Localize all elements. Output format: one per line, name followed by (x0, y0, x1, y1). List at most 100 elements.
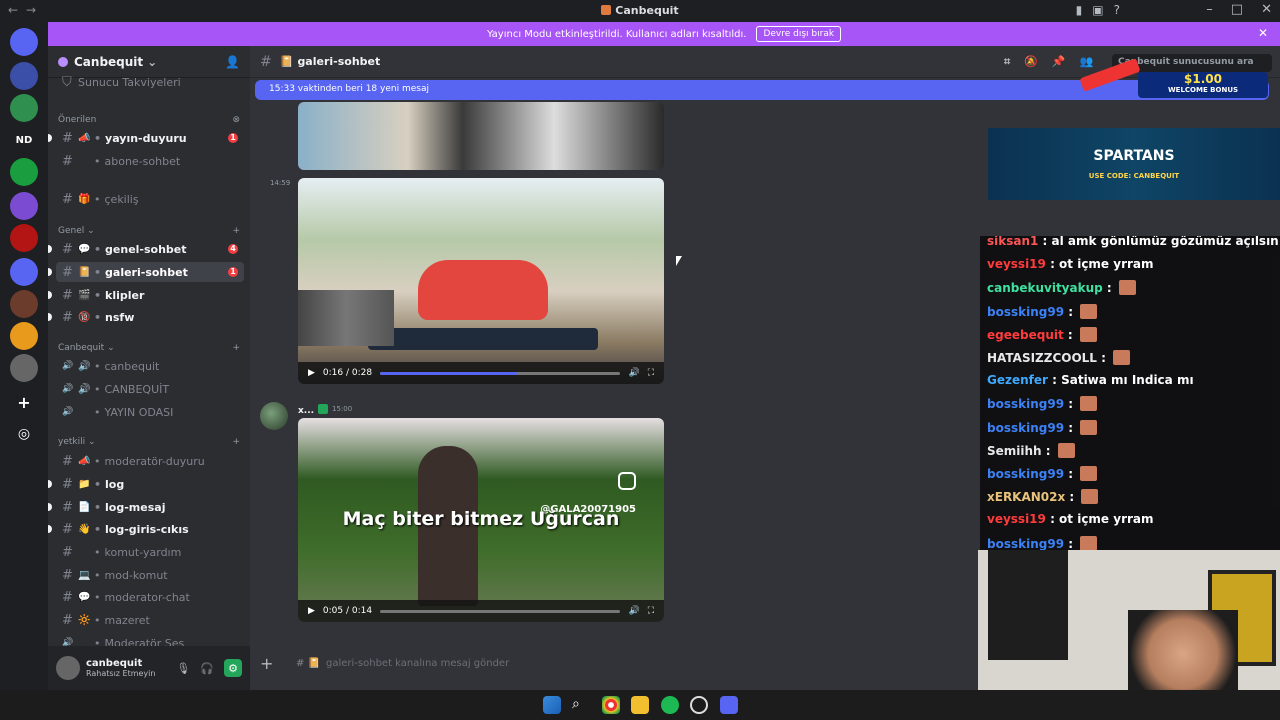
maximize-button[interactable]: □ (1231, 2, 1243, 17)
close-icon[interactable]: ✕ (1258, 26, 1268, 40)
channel-name: moderatör-duyuru (104, 454, 205, 468)
emote-icon (1080, 303, 1098, 319)
close-icon[interactable]: ⊗ (232, 115, 240, 125)
server-icon[interactable] (10, 224, 38, 252)
video-mat (368, 328, 598, 350)
add-attachment-icon[interactable]: + (260, 654, 280, 673)
channel-item[interactable]: 🔊 🔊 • canbequit (56, 356, 244, 376)
channel-item[interactable]: # 📄 • log-mesaj (48, 497, 244, 517)
server-icon[interactable] (10, 290, 38, 318)
video-attachment-top[interactable] (298, 102, 664, 170)
channel-item[interactable]: # 📣 • moderatör-duyuru (56, 451, 244, 471)
channel-name: canbequit (104, 359, 160, 373)
inbox-icon[interactable]: ▣ (1092, 3, 1103, 17)
add-channel-icon[interactable]: + (232, 226, 240, 236)
server-icon[interactable] (10, 258, 38, 286)
channel-emoji-icon: 👋 (78, 523, 91, 535)
channel-item[interactable]: # • abone-sohbet (56, 151, 244, 171)
server-icon[interactable] (10, 158, 38, 186)
category-yetkili[interactable]: yetkili ⌄ + (58, 437, 240, 447)
channel-item[interactable]: # 👋 • log-giris-cıkıs (48, 519, 244, 539)
disable-button[interactable]: Devre dışı bırak (756, 26, 842, 42)
steam-icon[interactable] (690, 696, 708, 714)
gear-icon[interactable]: ⚙ (224, 659, 242, 677)
discord-icon[interactable] (720, 696, 738, 714)
server-icon[interactable] (10, 192, 38, 220)
threads-icon[interactable]: ⌗ (1004, 55, 1010, 69)
video-progress[interactable] (380, 371, 621, 375)
channel-item[interactable]: # 📁 • log (48, 474, 244, 494)
chat-separator: : (1063, 327, 1077, 342)
message-time: 14:59 (270, 179, 291, 187)
server-icon[interactable]: ND (10, 126, 38, 154)
separator: • (94, 500, 102, 514)
server-icon[interactable] (10, 354, 38, 382)
message-composer[interactable]: + # 📔 galeri-sohbet kanalına mesaj gönde… (260, 648, 990, 678)
help-icon[interactable]: ? (1114, 3, 1120, 17)
channel-item[interactable]: # 🔞 • nsfw (48, 307, 244, 327)
channel-item[interactable]: # 💬 • moderator-chat (56, 587, 244, 607)
hash-icon: # (62, 264, 73, 280)
channel-item[interactable]: 🔊 🔊 • CANBEQUİT (56, 379, 244, 399)
emote-icon (1080, 419, 1098, 435)
server-icon[interactable] (10, 28, 38, 56)
avatar[interactable] (56, 656, 80, 680)
server-boosts-item[interactable]: ⛉ Sunucu Takviyeleri (56, 72, 244, 92)
add-channel-icon[interactable]: + (232, 343, 240, 353)
search-icon[interactable]: ⌕ (572, 696, 590, 714)
channel-item[interactable]: # 📣 • yayın-duyuru 1 (48, 128, 244, 148)
video-attachment[interactable]: ▶ 0:16 / 0:28 🔊 ⛶ (298, 178, 664, 384)
server-icon[interactable] (10, 94, 38, 122)
add-channel-icon[interactable]: + (232, 437, 240, 447)
compass-icon[interactable]: ◎ (10, 420, 38, 448)
separator: • (94, 154, 101, 168)
chat-message: canbekuvityakup : (987, 280, 1136, 296)
chat-separator: : (1038, 236, 1052, 248)
channel-item[interactable]: # 🎬 • klipler (48, 285, 244, 305)
add-server-icon[interactable]: + (10, 388, 38, 416)
bell-icon[interactable]: 🔕 (1024, 55, 1038, 69)
add-user-icon[interactable]: 👤 (225, 55, 240, 69)
video-progress[interactable] (380, 609, 621, 613)
category-genel[interactable]: Genel ⌄ + (58, 226, 240, 236)
windows-start-icon[interactable] (543, 696, 561, 714)
channel-name: log-mesaj (105, 500, 166, 514)
minimize-button[interactable]: – (1206, 2, 1213, 17)
channel-item[interactable]: # 🎁 • çekiliş (56, 189, 244, 209)
hash-icon: # (62, 191, 73, 207)
folder-icon[interactable] (631, 696, 649, 714)
wall-frame (988, 550, 1068, 660)
category-onerilen[interactable]: Önerilen ⊗ (58, 115, 240, 125)
fullscreen-icon[interactable]: ⛶ (648, 606, 654, 616)
headphones-icon[interactable]: 🎧 (200, 662, 214, 675)
channel-emoji-icon: 📄 (78, 501, 91, 513)
channel-item[interactable]: # • komut-yardım (56, 542, 244, 562)
message-author[interactable]: x... (298, 404, 329, 416)
volume-icon[interactable]: 🔊 (628, 606, 639, 616)
channel-item[interactable]: # 💻 • mod-komut (56, 565, 244, 585)
close-window-button[interactable]: ✕ (1261, 2, 1272, 17)
channel-item[interactable]: # 🔆 • mazeret (56, 610, 244, 630)
speaker-icon: 🔊 (62, 407, 74, 417)
avatar[interactable] (260, 402, 288, 430)
channel-item[interactable]: # 💬 • genel-sohbet 4 (48, 239, 244, 259)
pin-icon[interactable]: ▮ (1076, 3, 1083, 17)
play-icon[interactable]: ▶ (308, 368, 315, 378)
microphone-icon[interactable]: 🎙 (176, 662, 190, 675)
channel-name: yayın-duyuru (105, 131, 187, 145)
server-icon[interactable] (10, 62, 38, 90)
chrome-icon[interactable] (602, 696, 620, 714)
fullscreen-icon[interactable]: ⛶ (648, 368, 654, 378)
chat-message: Gezenfer : Satiwa mı Indica mı (987, 373, 1194, 387)
server-icon[interactable] (10, 322, 38, 350)
category-canbequit[interactable]: Canbequit ⌄ + (58, 343, 240, 353)
volume-icon[interactable]: 🔊 (628, 368, 639, 378)
channel-item[interactable]: 🔊 • YAYIN ODASI (56, 402, 244, 422)
pin-icon[interactable]: 📌 (1052, 55, 1066, 69)
video-attachment[interactable]: @GALA20071905 Maç biter bitmez Uğurcan ▶… (298, 418, 664, 622)
channel-item[interactable]: # 📔 • galeri-sohbet 1 (48, 262, 244, 282)
spotify-icon[interactable] (661, 696, 679, 714)
chat-separator: : (1102, 281, 1116, 296)
play-icon[interactable]: ▶ (308, 606, 315, 616)
channel-name: log-giris-cıkıs (105, 522, 189, 536)
